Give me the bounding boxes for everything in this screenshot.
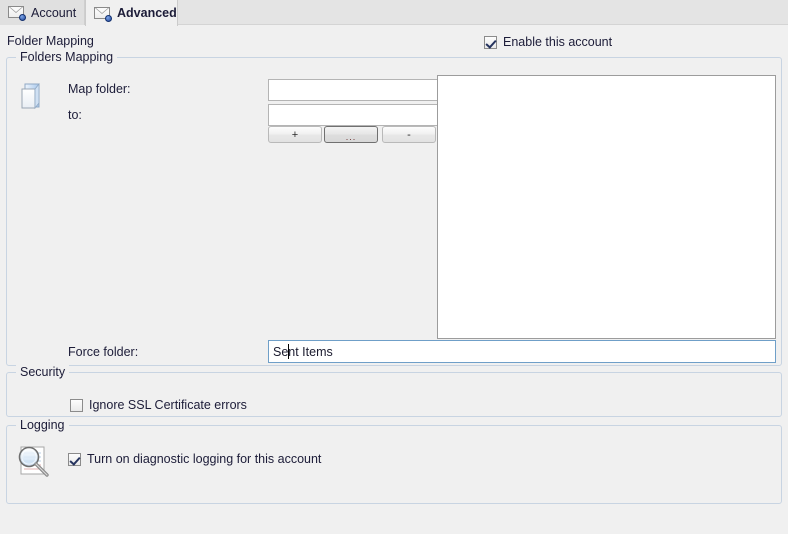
enable-account-row[interactable]: Enable this account — [484, 35, 612, 49]
folders-mapping-group-title: Folders Mapping — [16, 50, 117, 64]
tab-strip: Account Advanced — [0, 0, 788, 25]
envelope-icon — [94, 7, 111, 20]
tab-account-label: Account — [31, 6, 76, 20]
folder-mappings-listbox[interactable] — [437, 75, 776, 339]
map-to-label: to: — [68, 108, 82, 122]
map-folder-label: Map folder: — [68, 82, 131, 96]
enable-account-checkbox[interactable] — [484, 36, 497, 49]
ignore-ssl-row[interactable]: Ignore SSL Certificate errors — [70, 398, 247, 412]
folder-icon — [17, 80, 51, 112]
envelope-icon — [8, 6, 25, 19]
add-mapping-button[interactable]: + — [268, 126, 322, 143]
text-caret — [288, 344, 289, 359]
remove-mapping-button-label: - — [407, 129, 411, 141]
diagnostic-logging-row[interactable]: Turn on diagnostic logging for this acco… — [68, 452, 321, 466]
tab-advanced-label: Advanced — [117, 6, 177, 20]
tab-account[interactable]: Account — [0, 0, 85, 25]
force-folder-label: Force folder: — [68, 345, 138, 359]
security-group-title: Security — [16, 365, 69, 379]
ignore-ssl-checkbox[interactable] — [70, 399, 83, 412]
browse-folder-button[interactable]: ... — [324, 126, 378, 143]
add-mapping-button-label: + — [292, 129, 298, 141]
force-folder-input[interactable] — [268, 340, 776, 363]
remove-mapping-button[interactable]: - — [382, 126, 436, 143]
browse-folder-button-label: ... — [346, 134, 357, 140]
page-title: Folder Mapping — [7, 34, 94, 48]
map-folder-input[interactable] — [268, 79, 438, 101]
diagnostic-logging-label: Turn on diagnostic logging for this acco… — [87, 452, 321, 466]
logging-group-title: Logging — [16, 418, 69, 432]
map-to-input[interactable] — [268, 104, 438, 126]
diagnostic-logging-checkbox[interactable] — [68, 453, 81, 466]
enable-account-label: Enable this account — [503, 35, 612, 49]
tab-advanced[interactable]: Advanced — [85, 0, 178, 26]
ignore-ssl-label: Ignore SSL Certificate errors — [89, 398, 247, 412]
magnifier-document-icon — [15, 443, 53, 481]
